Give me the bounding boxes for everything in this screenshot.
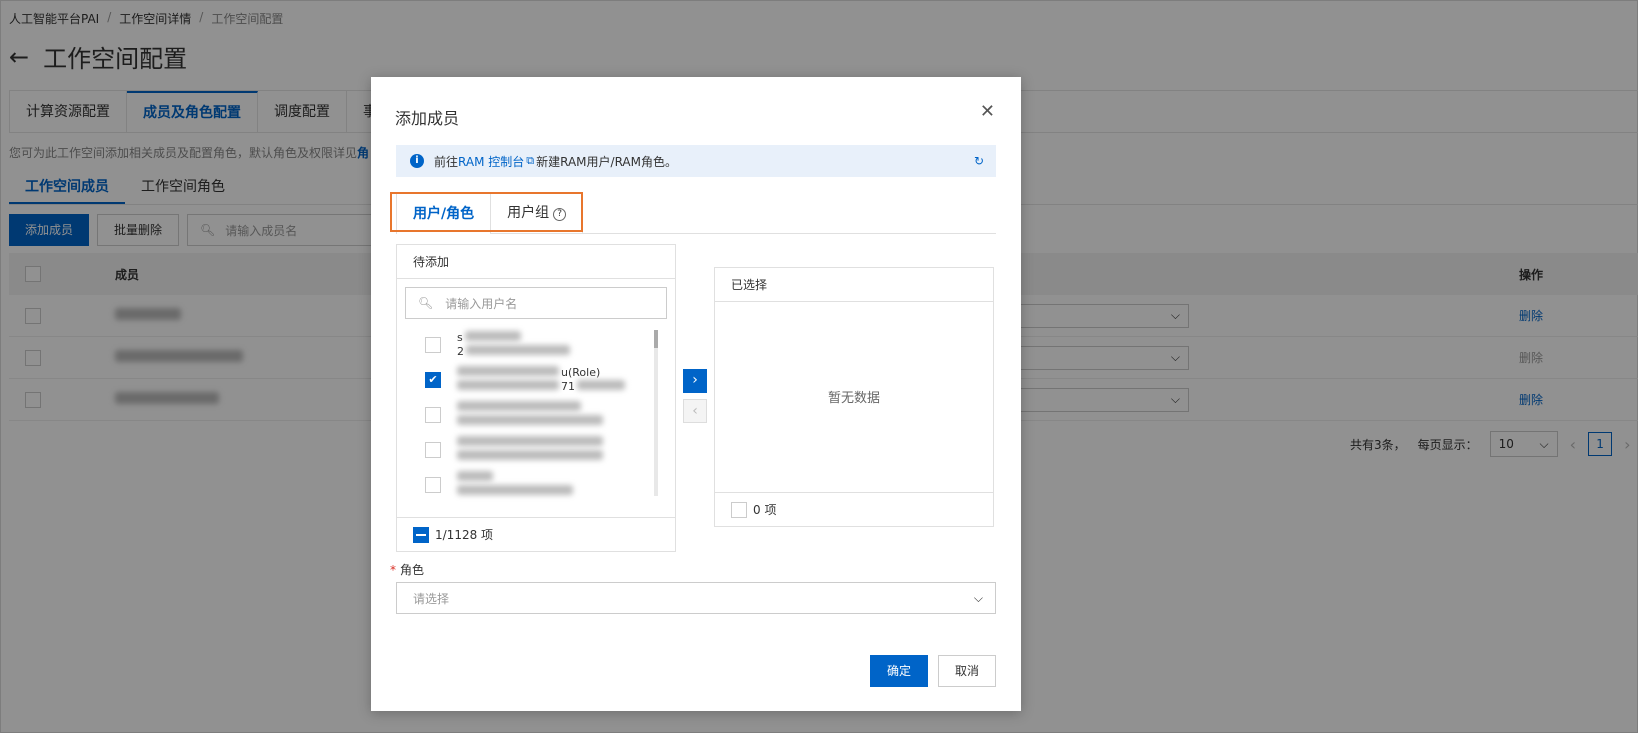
close-icon[interactable]: ✕ xyxy=(980,101,995,122)
selected-panel: 已选择 暂无数据 0 项 xyxy=(714,267,994,527)
candidate-panel-title: 待添加 xyxy=(397,245,675,279)
item-text xyxy=(457,400,603,429)
move-right-button[interactable]: › xyxy=(683,369,707,393)
item-checkbox[interactable]: ✔ xyxy=(425,371,441,388)
transfer-buttons: › ‹ xyxy=(683,369,707,423)
item-text xyxy=(457,470,573,499)
role-select-placeholder: 请选择 xyxy=(413,591,450,606)
candidate-list: s 2 ✔ u(Role) 71 xyxy=(397,327,651,502)
selected-item-highlight xyxy=(390,192,583,232)
notice-prefix: 前往 xyxy=(434,154,459,169)
chevron-down-icon: ⌵ xyxy=(973,590,983,605)
info-icon: i xyxy=(410,154,424,168)
item-checkbox[interactable] xyxy=(425,406,441,423)
add-member-dialog: 添加成员 ✕ i 前往 RAM 控制台 ⧉ 新建RAM用户/RAM角色。 ↻ 用… xyxy=(371,77,1021,711)
item-checkbox[interactable] xyxy=(425,441,441,458)
list-item[interactable] xyxy=(397,432,651,467)
candidate-panel-footer: 1/1128 项 xyxy=(397,517,675,551)
list-item[interactable] xyxy=(397,397,651,432)
refresh-icon[interactable]: ↻ xyxy=(974,154,984,168)
external-link-icon[interactable]: ⧉ xyxy=(526,154,534,168)
list-scrollbar[interactable] xyxy=(654,330,658,496)
item-checkbox[interactable] xyxy=(425,476,441,493)
candidate-count: 1/1128 项 xyxy=(435,528,494,542)
scrollbar-thumb[interactable] xyxy=(654,330,658,348)
dialog-title: 添加成员 xyxy=(395,109,460,128)
list-item[interactable]: s 2 xyxy=(397,327,651,362)
required-mark: * xyxy=(390,563,396,577)
role-select-input[interactable]: 请选择 ⌵ xyxy=(396,582,996,614)
list-item[interactable] xyxy=(397,467,651,502)
selected-all-checkbox[interactable] xyxy=(731,501,747,518)
list-item[interactable]: ✔ u(Role) 71 xyxy=(397,362,651,397)
item-text: u(Role) 71 xyxy=(457,365,625,394)
select-all-indeterminate-checkbox[interactable] xyxy=(413,526,429,543)
role-field-label: * 角色 xyxy=(390,563,425,577)
item-checkbox[interactable] xyxy=(425,336,441,353)
selected-panel-title: 已选择 xyxy=(715,268,993,302)
selected-panel-footer: 0 项 xyxy=(715,492,993,526)
ram-console-link[interactable]: RAM 控制台 xyxy=(458,153,524,170)
item-text: s 2 xyxy=(457,330,570,359)
selected-count: 0 项 xyxy=(753,503,777,517)
notice-suffix: 新建RAM用户/RAM角色。 xyxy=(536,154,677,169)
move-left-button[interactable]: ‹ xyxy=(683,399,707,423)
user-search-input[interactable]: 🔍︎ 请输入用户名 xyxy=(405,287,667,319)
item-text xyxy=(457,435,603,464)
search-icon: 🔍︎ xyxy=(418,296,434,310)
user-search-placeholder: 请输入用户名 xyxy=(445,296,518,311)
ram-notice: i 前往 RAM 控制台 ⧉ 新建RAM用户/RAM角色。 ↻ xyxy=(396,145,996,177)
empty-state-text: 暂无数据 xyxy=(827,390,880,406)
candidate-panel: 待添加 🔍︎ 请输入用户名 s 2 ✔ u(Role) 71 1/1128 项 xyxy=(396,244,676,552)
cancel-button[interactable]: 取消 xyxy=(938,655,996,687)
confirm-button[interactable]: 确定 xyxy=(870,655,928,687)
